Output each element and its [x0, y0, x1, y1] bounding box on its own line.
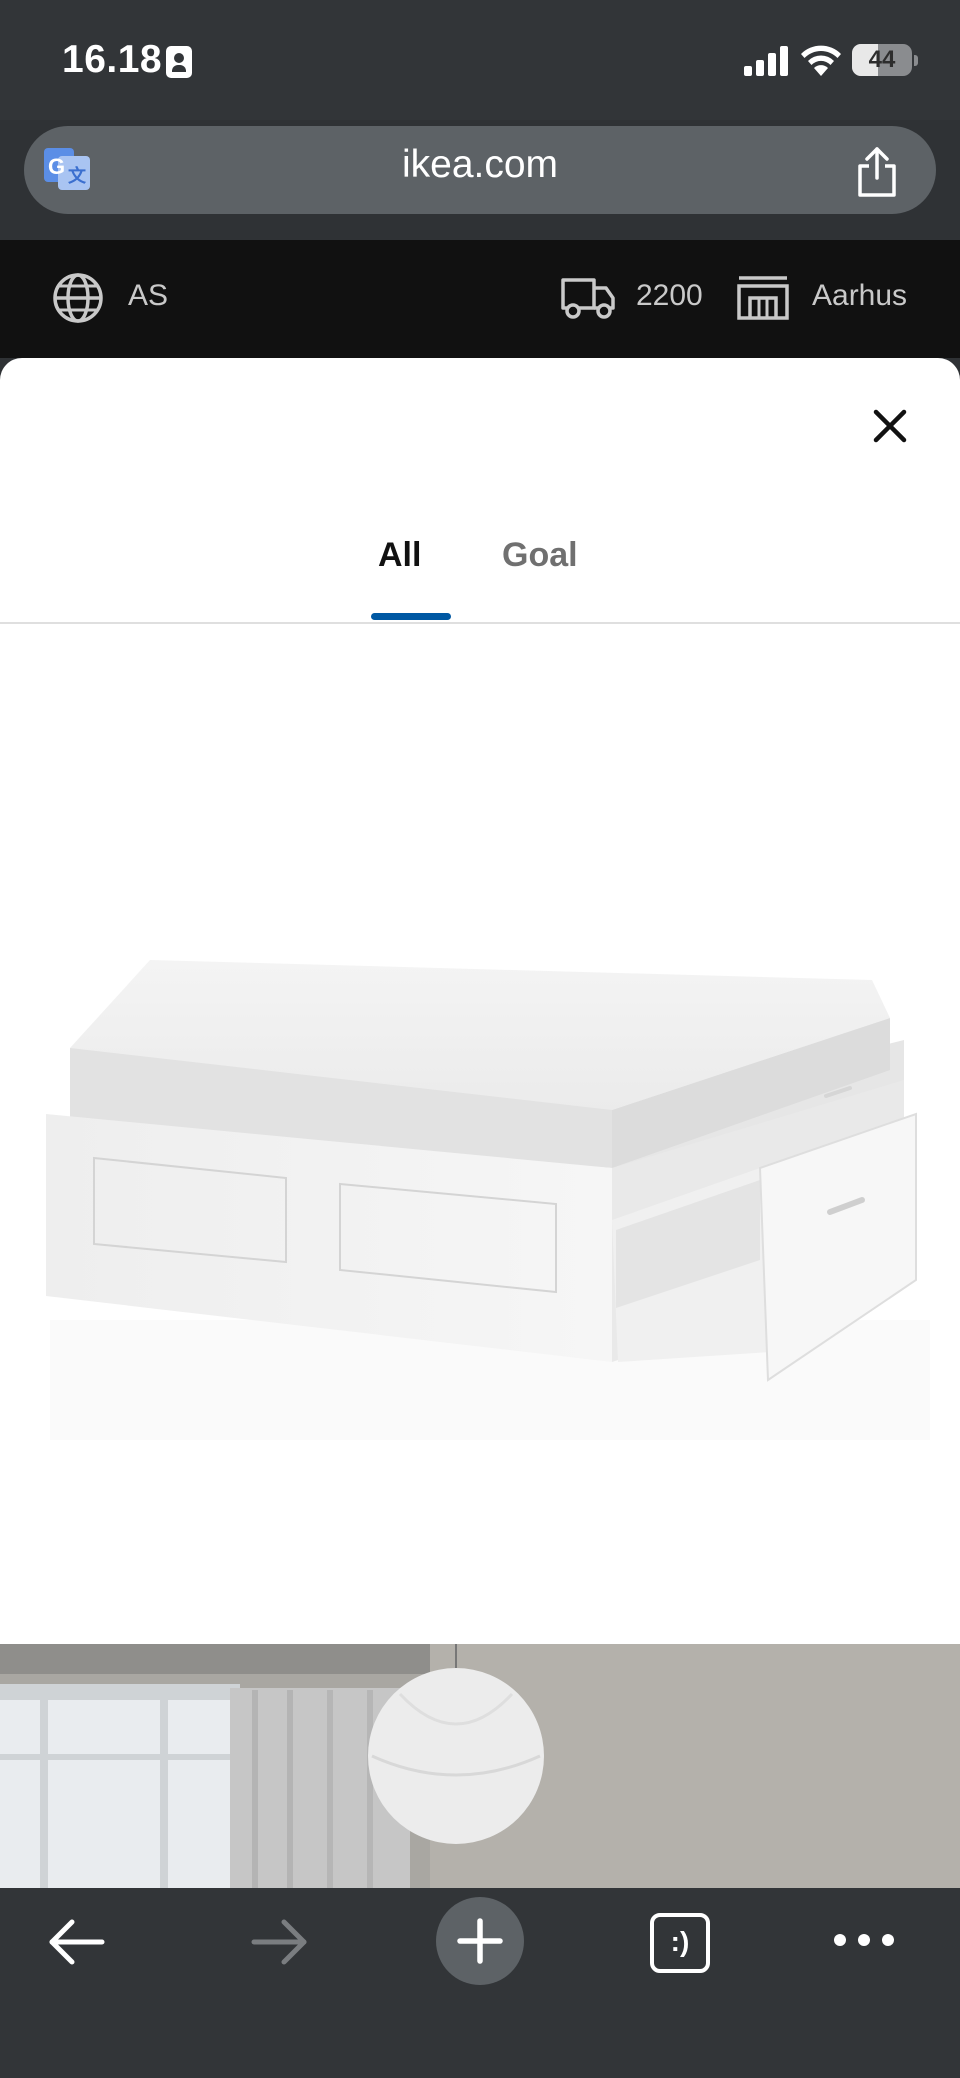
- product-image-bed[interactable]: [0, 900, 960, 1460]
- translate-icon[interactable]: G 文: [44, 148, 92, 192]
- status-time: 16.18: [62, 38, 163, 81]
- store-icon[interactable]: [736, 274, 790, 320]
- more-icon[interactable]: [832, 1930, 896, 1950]
- share-icon[interactable]: [854, 146, 900, 198]
- language-selector[interactable]: AS: [128, 279, 168, 313]
- battery-level: 44: [868, 46, 896, 73]
- room-photo[interactable]: [0, 1644, 960, 1888]
- active-tab-indicator: [371, 613, 451, 620]
- store-name[interactable]: Aarhus: [812, 279, 907, 313]
- tab-all[interactable]: All: [378, 536, 421, 575]
- tab-switcher-button[interactable]: :): [650, 1913, 710, 1973]
- truck-icon[interactable]: [560, 274, 616, 320]
- postal-code[interactable]: 2200: [636, 279, 703, 313]
- forward-arrow-icon[interactable]: [248, 1916, 310, 1968]
- new-tab-button[interactable]: [436, 1897, 524, 1985]
- globe-icon[interactable]: [52, 272, 104, 324]
- close-icon[interactable]: [870, 406, 910, 446]
- url-text[interactable]: ikea.com: [280, 143, 680, 187]
- plus-icon: [457, 1918, 503, 1964]
- tab-goal[interactable]: Goal: [502, 536, 578, 575]
- battery-indicator: 44: [852, 44, 912, 76]
- svg-text:文: 文: [68, 165, 87, 186]
- wifi-icon: [801, 45, 841, 76]
- signal-icon: [744, 46, 788, 76]
- svg-text:G: G: [48, 154, 65, 179]
- back-arrow-icon[interactable]: [46, 1916, 108, 1968]
- battery-nub: [914, 55, 918, 66]
- contact-card-icon: [166, 46, 192, 78]
- tabs-divider: [0, 622, 960, 624]
